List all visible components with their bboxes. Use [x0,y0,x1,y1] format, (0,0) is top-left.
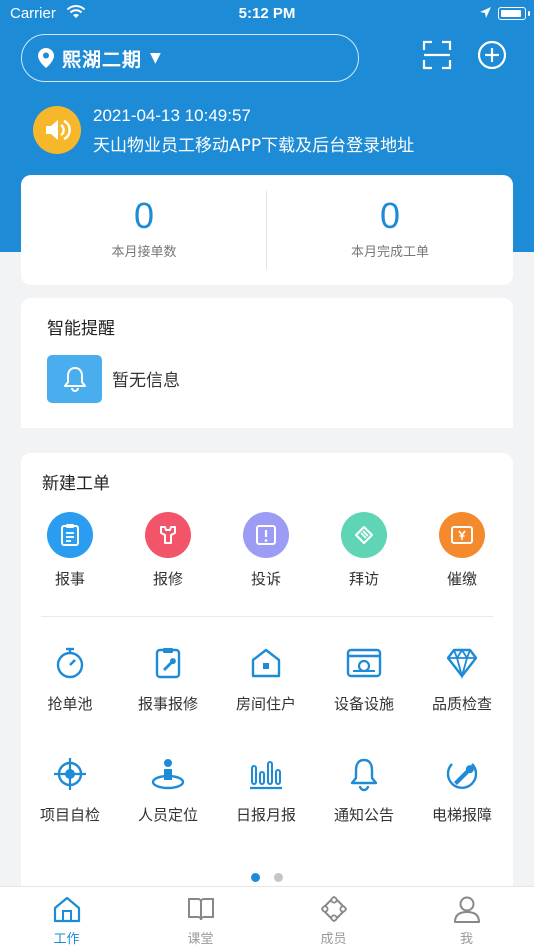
status-bar: Carrier 5:12 PM [0,0,534,28]
book-icon [187,898,214,921]
speaker-icon [33,106,81,154]
stat-value: 0 [379,195,401,236]
visit-icon [341,512,387,558]
equipment-icon [344,643,384,683]
tab-classroom[interactable]: 课堂 [134,895,267,947]
diamond-icon [442,643,482,683]
clock: 5:12 PM [238,5,296,22]
order-type-label: 投诉 [250,570,281,588]
new-work-order-card: 新建工单 报事 报修 投诉 拜访 催缴 抢单池 报事报修 房间住户 设备设施 品… [21,453,513,888]
tab-label: 我 [459,932,473,947]
stat-orders-received[interactable]: 0 本月接单数 [21,175,267,285]
order-type-label: 催缴 [446,570,477,588]
reminder-title: 智能提醒 [47,319,115,339]
clipboard-icon [47,512,93,558]
location-arrow-icon [480,7,491,18]
page-indicator[interactable] [21,873,513,882]
payment-icon [439,512,485,558]
stat-value: 0 [133,195,155,236]
reminder-bell-icon [47,355,102,403]
tab-work[interactable]: 工作 [0,895,133,947]
complaint-icon [243,512,289,558]
wrench-icon [145,512,191,558]
order-type-payment[interactable]: 催缴 [413,512,511,589]
members-icon [320,896,347,922]
new-order-title: 新建工单 [42,474,110,494]
stat-label: 本月完成工单 [350,245,429,260]
order-type-label: 报修 [152,570,183,588]
function-label: 抢单池 [47,695,93,713]
battery-icon [498,7,530,20]
person-location-icon [148,754,188,794]
function-announcements[interactable]: 通知公告 [315,754,413,825]
function-quality-check[interactable]: 品质检查 [413,643,511,714]
reminder-empty-text: 暂无信息 [112,371,180,391]
repair-report-icon [148,643,188,683]
function-rooms-residents[interactable]: 房间住户 [217,643,315,714]
crosshair-icon [50,754,90,794]
project-selector[interactable]: 熙湖二期 ▼ [21,34,359,82]
page-dot-active[interactable] [251,873,260,882]
function-repair-report[interactable]: 报事报修 [119,643,217,714]
page-dot[interactable] [274,873,283,882]
function-label: 报事报修 [137,695,198,713]
scan-icon[interactable] [422,40,452,70]
bottom-tab-bar: 工作 课堂 成员 我 [0,886,534,950]
order-type-visit[interactable]: 拜访 [315,512,413,589]
function-daily-monthly-report[interactable]: 日报月报 [217,754,315,825]
notice-time: 2021-04-13 10:49:57 [93,106,251,125]
home-icon [53,896,80,923]
bar-report-icon [246,754,286,794]
function-label: 电梯报障 [431,806,492,824]
elevator-fault-icon [442,754,482,794]
function-label: 日报月报 [235,806,296,824]
tab-members[interactable]: 成员 [267,895,400,947]
function-label: 通知公告 [333,806,394,824]
add-icon[interactable] [477,40,507,70]
smart-reminder-card: 智能提醒 暂无信息 [21,298,513,428]
function-label: 设备设施 [333,695,394,713]
order-type-report[interactable]: 报事 [21,512,119,589]
timer-icon [50,643,90,683]
monthly-stats-card: 0 本月接单数 0 本月完成工单 [21,175,513,285]
project-name: 熙湖二期 [62,48,143,71]
house-icon [246,643,286,683]
function-equipment[interactable]: 设备设施 [315,643,413,714]
section-divider [41,616,493,617]
stat-label: 本月接单数 [111,245,177,260]
map-pin-icon [38,48,54,68]
function-self-inspection[interactable]: 项目自检 [21,754,119,825]
order-type-complaint[interactable]: 投诉 [217,512,315,589]
bell-icon [344,754,384,794]
order-type-label: 拜访 [348,570,379,588]
stat-orders-completed[interactable]: 0 本月完成工单 [267,175,513,285]
tab-me[interactable]: 我 [400,895,533,947]
profile-icon [453,896,480,923]
function-label: 项目自检 [39,806,100,824]
order-type-repair[interactable]: 报修 [119,512,217,589]
notice-banner[interactable]: 2021-04-13 10:49:57 天山物业员工移动APP下载及后台登录地址 [33,104,513,156]
dropdown-arrow-icon: ▼ [150,50,161,66]
notice-text: 天山物业员工移动APP下载及后台登录地址 [93,136,415,156]
function-elevator-fault[interactable]: 电梯报障 [413,754,511,825]
function-label: 人员定位 [137,806,198,824]
tab-label: 课堂 [187,932,214,947]
function-label: 房间住户 [235,695,296,713]
order-type-label: 报事 [54,570,85,588]
function-label: 品质检查 [431,695,492,713]
tab-label: 工作 [53,932,80,947]
function-grab-pool[interactable]: 抢单池 [21,643,119,714]
function-staff-location[interactable]: 人员定位 [119,754,217,825]
tab-label: 成员 [320,932,347,947]
